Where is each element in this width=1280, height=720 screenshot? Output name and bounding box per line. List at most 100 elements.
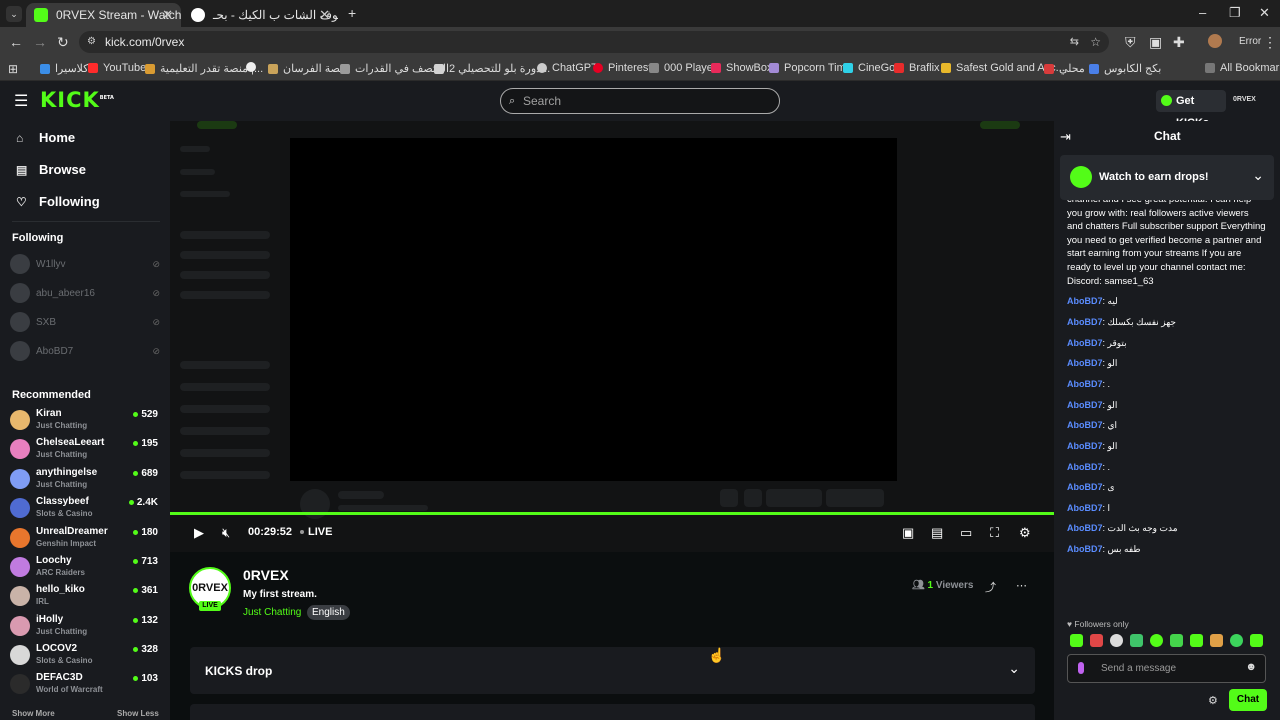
- chevron-down-icon[interactable]: ⌄: [1252, 167, 1264, 184]
- bookmark-item[interactable]: كلاسيرا: [40, 62, 88, 75]
- stream-category[interactable]: Just Chatting: [243, 607, 301, 618]
- bookmark-item[interactable]: [246, 62, 261, 72]
- following-item[interactable]: W1llyv ⊘: [10, 253, 160, 275]
- show-less-link[interactable]: Show Less: [117, 709, 159, 718]
- chat-settings-icon[interactable]: ⚙: [1208, 694, 1218, 707]
- mini-player-icon[interactable]: ▣: [902, 525, 914, 541]
- emote-icon[interactable]: [1130, 634, 1143, 647]
- minimize-icon[interactable]: –: [1199, 5, 1206, 20]
- following-item[interactable]: AboBD7 ⊘: [10, 340, 160, 362]
- clip-icon[interactable]: ▤: [931, 525, 943, 541]
- recommended-channel[interactable]: LOCOV2 Slots & Casino 328: [10, 642, 160, 670]
- theater-mode-icon[interactable]: ▭: [960, 525, 972, 541]
- settings-gear-icon[interactable]: ⚙: [1019, 525, 1031, 541]
- apps-icon[interactable]: ⊞: [8, 62, 18, 76]
- video-content-placeholder: [180, 383, 270, 391]
- window-close-icon[interactable]: ✕: [1259, 5, 1270, 21]
- emote-icon[interactable]: [1250, 634, 1263, 647]
- chat-message-input[interactable]: Send a message ☻: [1067, 654, 1266, 683]
- bookmark-item[interactable]: Braflix: [894, 62, 940, 74]
- hamburger-menu-icon[interactable]: ☰: [14, 91, 28, 111]
- recommended-channel[interactable]: Classybeef Slots & Casino 2.4K: [10, 495, 160, 523]
- recommended-channel[interactable]: DEFAC3D World of Warcraft 103: [10, 671, 160, 699]
- bookmark-item[interactable]: بكج الكابوس: [1089, 62, 1161, 75]
- bookmark-item[interactable]: Popcorn Time: [769, 62, 852, 74]
- puzzle-icon[interactable]: ✚: [1173, 34, 1185, 51]
- kebab-menu-icon[interactable]: ⋮: [1263, 34, 1277, 51]
- bookmark-item[interactable]: Pinterest: [593, 62, 651, 74]
- following-item[interactable]: SXB ⊘: [10, 311, 160, 333]
- translate-icon[interactable]: ⇆: [1070, 31, 1079, 53]
- url-field[interactable]: ⚙ kick.com/0rvex ⇆ ☆: [79, 31, 1109, 53]
- emote-icon[interactable]: [1230, 634, 1243, 647]
- nav-following[interactable]: ♡ Following: [16, 194, 100, 209]
- mute-icon[interactable]: 🔇︎: [222, 525, 230, 541]
- tab-google-search[interactable]: كيف تشوف الشات ب الكيك - بحـ ✕: [183, 3, 338, 27]
- emote-icon[interactable]: [1190, 634, 1203, 647]
- recommended-channel[interactable]: UnrealDreamer Genshin Impact 180: [10, 525, 160, 553]
- collapse-chat-icon[interactable]: ⇥: [1060, 129, 1071, 145]
- back-icon[interactable]: ←: [9, 34, 23, 50]
- recommended-channel[interactable]: Loochy ARC Raiders 713: [10, 554, 160, 582]
- nav-home[interactable]: ⌂ Home: [16, 130, 75, 145]
- recommended-channel[interactable]: iHolly Just Chatting 132: [10, 613, 160, 641]
- emote-icon[interactable]: [1170, 634, 1183, 647]
- profile-avatar[interactable]: [1208, 34, 1222, 48]
- all-bookmarks[interactable]: All Bookmarks: [1205, 62, 1280, 74]
- tab-kick-stream[interactable]: 0RVEX Stream - Watch Live on K ✕: [26, 3, 181, 27]
- get-kicks-button[interactable]: Get KICKs: [1156, 90, 1226, 129]
- bookmark-star-icon[interactable]: ☆: [1090, 31, 1101, 53]
- chat-message: AboBD7: جهز نفسك بكسلك: [1067, 317, 1176, 327]
- more-options-icon[interactable]: ⋯: [1016, 579, 1027, 592]
- bookmark-item[interactable]: محلي: [1044, 62, 1085, 75]
- chat-message: AboBD7: الو: [1067, 441, 1118, 451]
- recommended-channel[interactable]: hello_kiko IRL 361: [10, 583, 160, 611]
- close-tab-icon[interactable]: ✕: [319, 7, 330, 23]
- recommended-channel[interactable]: Kiran Just Chatting 529: [10, 407, 160, 435]
- emote-icon[interactable]: [1090, 634, 1103, 647]
- avatar: [10, 341, 30, 361]
- send-chat-button[interactable]: Chat: [1229, 689, 1267, 711]
- emote-icon[interactable]: [1150, 634, 1163, 647]
- bookmark-item[interactable]: ChatGPT: [537, 62, 598, 74]
- fullscreen-icon[interactable]: ⛶: [990, 525, 999, 541]
- bookmark-item[interactable]: YouTube: [88, 62, 146, 74]
- emote-icon[interactable]: [1210, 634, 1223, 647]
- search-input[interactable]: ⌕ Search: [500, 88, 780, 114]
- forward-icon[interactable]: →: [33, 34, 47, 50]
- profile-error-label[interactable]: Error: [1239, 36, 1261, 47]
- user-profile-badge[interactable]: 0RVEX: [1233, 96, 1256, 103]
- following-item[interactable]: abu_abeer16 ⊘: [10, 282, 160, 304]
- recommended-channel[interactable]: anythingelse Just Chatting 689: [10, 466, 160, 494]
- show-more-link[interactable]: Show More: [12, 709, 55, 718]
- channel-name[interactable]: 0RVEX: [243, 567, 289, 583]
- reload-icon[interactable]: ↻: [57, 34, 69, 51]
- video-player[interactable]: [170, 121, 1054, 552]
- microphone-icon[interactable]: [1078, 662, 1084, 674]
- nav-browse[interactable]: ▤ Browse: [16, 162, 86, 177]
- emote-icon[interactable]: [1070, 634, 1083, 647]
- bookmark-item[interactable]: دورة بلو للتحصيلي 2...: [434, 62, 550, 75]
- bookmark-item[interactable]: منصة الفرسان: [268, 62, 349, 75]
- language-tag[interactable]: English: [307, 605, 350, 620]
- bookmark-item[interactable]: المتصف في القدرات: [340, 62, 449, 75]
- chevron-down-icon[interactable]: ⌄: [1008, 660, 1020, 677]
- emote-icon[interactable]: [1110, 634, 1123, 647]
- emoji-picker-icon[interactable]: ☻: [1245, 661, 1257, 673]
- tab-search-button[interactable]: ⌄: [6, 6, 22, 22]
- earn-drops-banner[interactable]: Watch to earn drops! ⌄: [1060, 155, 1274, 200]
- bookmark-item[interactable]: ShowBox: [711, 62, 772, 74]
- kicks-drop-panel[interactable]: KICKS drop ⌄: [190, 647, 1035, 694]
- maximize-icon[interactable]: ❐: [1229, 5, 1241, 21]
- site-info-icon[interactable]: ⚙: [87, 31, 96, 53]
- bookmark-item[interactable]: CineGo: [843, 62, 895, 74]
- bookmark-item[interactable]: 000 Player: [649, 62, 717, 74]
- recommended-channel[interactable]: ChelseaLeeart Just Chatting 195: [10, 436, 160, 464]
- shield-extension-icon[interactable]: ⛨: [1125, 34, 1136, 51]
- extension-icon[interactable]: ▣: [1149, 34, 1162, 51]
- kick-logo[interactable]: KICKBETA: [40, 88, 114, 112]
- close-tab-icon[interactable]: ✕: [162, 7, 173, 23]
- play-icon[interactable]: ▶: [194, 525, 204, 541]
- share-icon[interactable]: ⤴: [985, 579, 996, 595]
- new-tab-icon[interactable]: +: [348, 5, 356, 21]
